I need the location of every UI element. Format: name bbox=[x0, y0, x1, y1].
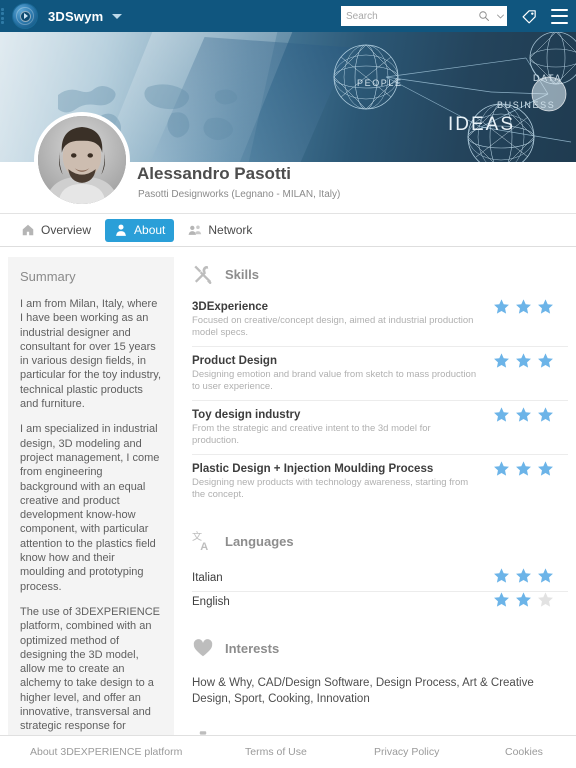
tab-network-label: Network bbox=[208, 223, 253, 237]
star-filled-icon bbox=[494, 353, 509, 368]
profile-subtitle: Pasotti Designworks (Legnano - MILAN, It… bbox=[138, 189, 341, 200]
profile-tabs: Overview About Network bbox=[0, 214, 576, 247]
star-filled-icon bbox=[538, 353, 553, 368]
tab-about-label: About bbox=[134, 223, 166, 237]
interests-section-header: Interests bbox=[192, 637, 568, 659]
profile-header: Alessandro Pasotti Pasotti Designworks (… bbox=[0, 112, 576, 214]
star-filled-icon bbox=[516, 353, 531, 368]
skill-row: Plastic Design + Injection Moulding Proc… bbox=[192, 460, 568, 508]
star-filled-icon bbox=[494, 461, 509, 476]
footer-link-about[interactable]: About 3DEXPERIENCE platform bbox=[30, 746, 182, 758]
top-navigation-bar: 3DSwym bbox=[0, 0, 576, 32]
tab-overview-label: Overview bbox=[41, 223, 92, 237]
drag-grip-icon[interactable] bbox=[1, 6, 10, 26]
skill-rating-stars bbox=[493, 298, 554, 315]
star-filled-icon bbox=[516, 592, 531, 607]
language-rating-stars bbox=[493, 591, 554, 608]
star-filled-icon bbox=[494, 407, 509, 422]
chevron-down-icon[interactable] bbox=[112, 13, 123, 19]
languages-section: 文 A Languages Italian English bbox=[192, 530, 568, 615]
summary-title: Summary bbox=[20, 269, 76, 284]
star-filled-icon bbox=[538, 568, 553, 583]
languages-section-header: 文 A Languages bbox=[192, 530, 568, 552]
language-row: English bbox=[192, 592, 568, 615]
profile-sections: Skills 3DExperience Focused on creative/… bbox=[184, 257, 568, 768]
people-group-icon bbox=[188, 225, 202, 235]
summary-panel: Summary I am from Milan, Italy, where I … bbox=[8, 257, 174, 768]
skill-description: Focused on creative/concept design, aime… bbox=[192, 315, 474, 338]
interests-section-title: Interests bbox=[225, 640, 280, 656]
skill-rating-stars bbox=[493, 460, 554, 477]
star-filled-icon bbox=[516, 568, 531, 583]
tools-hammer-wrench-icon bbox=[194, 265, 212, 284]
skill-row: 3DExperience Focused on creative/concept… bbox=[192, 298, 568, 347]
banner-word-people: PEOPLE bbox=[357, 78, 403, 88]
banner-word-business: BUSINESS bbox=[497, 100, 556, 110]
star-filled-icon bbox=[538, 299, 553, 314]
skill-description: Designing emotion and brand value from s… bbox=[192, 369, 477, 392]
skills-section: Skills 3DExperience Focused on creative/… bbox=[192, 263, 568, 508]
avatar[interactable] bbox=[34, 112, 130, 208]
star-filled-icon bbox=[494, 568, 509, 583]
profile-content: Summary I am from Milan, Italy, where I … bbox=[0, 247, 576, 768]
skills-section-header: Skills bbox=[192, 263, 568, 285]
search-box[interactable] bbox=[341, 6, 507, 26]
user-avatar-photo bbox=[38, 116, 126, 204]
star-filled-icon bbox=[494, 299, 509, 314]
star-filled-icon bbox=[494, 592, 509, 607]
star-filled-icon bbox=[538, 461, 553, 476]
skill-row: Toy design industry From the strategic a… bbox=[192, 406, 568, 455]
tab-about[interactable]: About bbox=[105, 218, 175, 242]
search-icon[interactable] bbox=[478, 10, 490, 22]
banner-word-ideas: IDEAS bbox=[448, 114, 516, 135]
star-filled-icon bbox=[516, 407, 531, 422]
page-root: 3DSwym Search PEOPLE DATA BUSINESS IDEAS… bbox=[0, 0, 576, 768]
network-spheres-graphic bbox=[333, 32, 576, 162]
app-name-label: 3DSwym bbox=[48, 8, 104, 24]
tab-overview[interactable]: Overview bbox=[12, 219, 100, 242]
footer-link-cookies[interactable]: Cookies bbox=[505, 746, 543, 758]
skill-description: Designing new products with technology a… bbox=[192, 477, 469, 500]
star-filled-icon bbox=[516, 461, 531, 476]
star-filled-icon bbox=[538, 407, 553, 422]
home-icon bbox=[22, 224, 34, 236]
page-footer: About 3DEXPERIENCE platform Terms of Use… bbox=[0, 735, 576, 768]
page-title: Alessandro Pasotti bbox=[137, 164, 291, 183]
interests-section: Interests How & Why, CAD/Design Software… bbox=[192, 637, 568, 707]
skill-rating-stars bbox=[493, 406, 554, 423]
banner-word-data: DATA bbox=[533, 73, 563, 83]
tag-icon[interactable] bbox=[521, 8, 538, 25]
summary-paragraph: I am specialized in industrial design, 3… bbox=[20, 423, 160, 593]
language-row: Italian bbox=[192, 568, 568, 592]
person-icon bbox=[116, 224, 126, 236]
skill-description: From the strategic and creative intent t… bbox=[192, 423, 431, 446]
translate-icon: 文 A bbox=[192, 530, 208, 552]
hamburger-menu-icon[interactable] bbox=[551, 8, 568, 24]
language-rating-stars bbox=[493, 567, 554, 584]
3dswym-compass-icon[interactable] bbox=[12, 3, 38, 29]
star-filled-icon bbox=[516, 299, 531, 314]
footer-link-terms[interactable]: Terms of Use bbox=[245, 746, 307, 758]
interests-list: How & Why, CAD/Design Software, Design P… bbox=[192, 677, 534, 705]
skill-row: Product Design Designing emotion and bra… bbox=[192, 352, 568, 401]
search-chevron-down-icon[interactable] bbox=[496, 12, 505, 21]
tab-network[interactable]: Network bbox=[179, 219, 261, 242]
search-input[interactable] bbox=[346, 10, 478, 22]
skill-rating-stars bbox=[493, 352, 554, 369]
skills-section-title: Skills bbox=[225, 266, 259, 282]
footer-link-privacy[interactable]: Privacy Policy bbox=[374, 746, 439, 758]
summary-paragraph: I am from Milan, Italy, where I have bee… bbox=[20, 298, 162, 411]
svg-text:A: A bbox=[200, 541, 208, 552]
languages-section-title: Languages bbox=[225, 533, 294, 549]
heart-icon bbox=[193, 639, 213, 657]
star-empty-icon bbox=[538, 592, 553, 607]
